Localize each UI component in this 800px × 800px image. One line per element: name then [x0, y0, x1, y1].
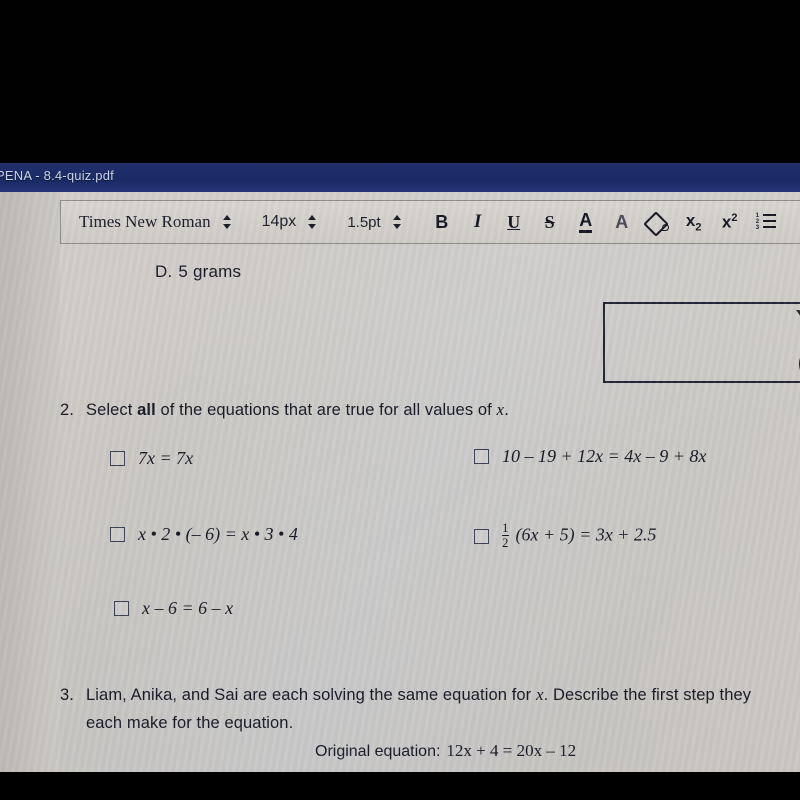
editor-toolbar: Times New Roman 14px 1.5pt B I U S A A x… [60, 200, 800, 244]
bold-button[interactable]: B [424, 201, 460, 243]
question-3: 3. Liam, Anika, and Sai are each solving … [60, 685, 800, 760]
checkbox-option-d[interactable] [474, 528, 489, 544]
underline-button[interactable]: U [496, 201, 532, 243]
option-b[interactable]: 10 – 19 + 12x = 4x – 9 + 8x [474, 446, 706, 467]
monitor-top-bezel [0, 0, 800, 163]
bold-icon: B [435, 211, 449, 232]
font-size-value: 14px [261, 213, 297, 230]
line-height-select[interactable]: 1.5pt [317, 201, 401, 243]
line-height-value: 1.5pt [347, 213, 381, 231]
strikethrough-button[interactable]: S [532, 201, 568, 243]
question-3-line-2: each make for the equation. [86, 714, 294, 732]
option-b-equation: 10 – 19 + 12x = 4x – 9 + 8x [502, 446, 707, 466]
one-half-fraction: 1 2 [502, 520, 509, 550]
window-title: PENA - 8.4-quiz.pdf [0, 168, 114, 183]
subscript-icon: x2 [685, 210, 702, 234]
superscript-button[interactable]: x2 [712, 201, 748, 243]
original-equation-line: Original equation: 12x + 4 = 20x – 12 [315, 741, 576, 761]
question-3-number: 3. [60, 686, 74, 704]
option-d[interactable]: 1 2 (6x + 5) = 3x + 2.5 [474, 520, 657, 550]
checkbox-option-a[interactable] [110, 451, 125, 466]
document-page: Times New Roman 14px 1.5pt B I U S A A x… [0, 192, 800, 772]
italic-icon: I [473, 211, 482, 232]
question-2: 2. Select all of the equations that are t… [60, 400, 800, 618]
highlight-color-button[interactable]: A [604, 201, 640, 243]
photographed-screen: PENA - 8.4-quiz.pdf Times New Roman 14px… [0, 0, 800, 800]
option-d-equation: 1 2 (6x + 5) = 3x + 2.5 [502, 520, 657, 550]
q3-line1-after: . Describe the first step they [543, 686, 752, 704]
italic-button[interactable]: I [460, 201, 496, 243]
answer-letter: D. [155, 262, 173, 281]
q2-prompt-bold: all [137, 401, 156, 419]
window-titlebar: PENA - 8.4-quiz.pdf [0, 163, 800, 192]
answer-text: 5 grams [178, 262, 242, 281]
text-color-button[interactable]: A [568, 201, 604, 243]
previous-answer-choice: D. 5 grams [155, 262, 241, 282]
highlight-icon: A [615, 211, 629, 232]
option-a-equation: 7x = 7x [138, 448, 194, 468]
q3-line1-variable: x [535, 685, 544, 704]
checkbox-option-c[interactable] [110, 527, 125, 542]
monitor-bottom-bezel [0, 772, 800, 800]
option-e-equation: x – 6 = 6 – x [142, 598, 234, 618]
original-equation-label: Original equation: [315, 743, 441, 760]
q2-prompt-end: . [504, 401, 509, 419]
underline-icon: U [507, 211, 521, 232]
question-2-number: 2. [60, 401, 74, 419]
checkbox-option-e[interactable] [114, 601, 129, 616]
font-family-select[interactable]: Times New Roman [61, 201, 232, 243]
option-c-equation: x • 2 • (– 6) = x • 3 • 4 [138, 524, 298, 544]
font-family-value: Times New Roman [79, 212, 211, 231]
q2-prompt-after: of the equations that are true for all v… [155, 401, 497, 419]
page-left-margin [0, 192, 60, 772]
question-2-prompt: 2. Select all of the equations that are t… [60, 400, 800, 420]
numbered-list-icon: 123 [756, 213, 776, 231]
hanging-weight-icon [788, 296, 800, 388]
option-a[interactable]: 7x = 7x [110, 448, 193, 469]
q3-line1-before: Liam, Anika, and Sai are each solving th… [86, 686, 536, 704]
strikethrough-icon: S [544, 211, 555, 232]
checkbox-option-b[interactable] [474, 449, 489, 464]
superscript-icon: x2 [721, 211, 738, 232]
subscript-button[interactable]: x2 [676, 201, 712, 243]
q2-prompt-before: Select [86, 401, 138, 419]
font-size-select[interactable]: 14px [232, 201, 318, 243]
chevron-updown-icon [222, 213, 232, 231]
original-equation-value: 12x + 4 = 20x – 12 [446, 741, 577, 760]
chevron-updown-icon [308, 213, 317, 231]
chevron-updown-icon [392, 213, 402, 231]
paint-bucket-icon [642, 211, 669, 237]
balance-scale-diagram [603, 302, 800, 383]
question-3-line-1: 3. Liam, Anika, and Sai are each solving … [60, 685, 800, 705]
option-c[interactable]: x • 2 • (– 6) = x • 3 • 4 [110, 524, 298, 545]
numbered-list-button[interactable]: 123 [748, 201, 784, 243]
text-color-icon: A [579, 211, 593, 233]
option-e[interactable]: x – 6 = 6 – x [114, 598, 233, 619]
fill-color-button[interactable] [640, 201, 676, 243]
